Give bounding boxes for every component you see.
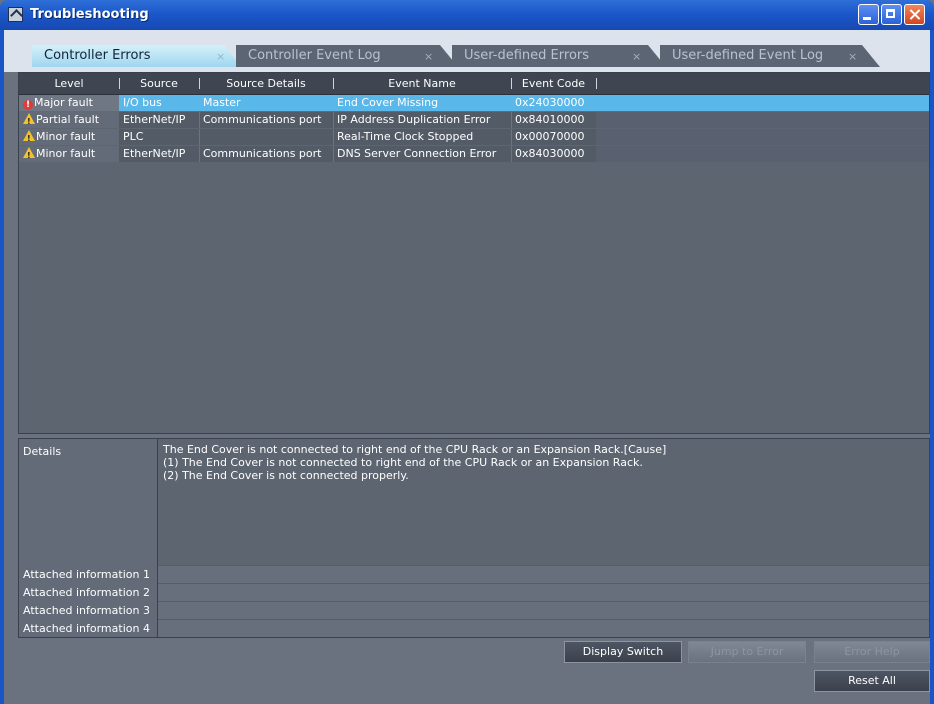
level-text: Major fault [34, 96, 93, 109]
level-cell: Minor fault [19, 129, 119, 145]
column-header-source[interactable]: Source [119, 77, 199, 90]
details-label: Details [23, 445, 62, 458]
tab-label: Controller Errors [44, 48, 151, 63]
reset-all-button[interactable]: Reset All [814, 670, 930, 692]
tab-controller-errors[interactable]: Controller Errors × [32, 45, 242, 67]
event-code-cell: 0x84030000 [515, 147, 585, 160]
tab-controller-event-log[interactable]: Controller Event Log × [236, 45, 458, 67]
column-header-event-name[interactable]: Event Name [333, 77, 511, 90]
controller-errors-table: Level Source Source Details Event Name E… [18, 72, 930, 434]
source-cell: EtherNet/IP [123, 147, 186, 160]
level-text: Partial fault [36, 113, 100, 126]
tab-label: User-defined Errors [464, 48, 590, 63]
title-bar[interactable]: Troubleshooting [0, 0, 934, 30]
event-name-cell: Real-Time Clock Stopped [337, 130, 474, 143]
attached-information-value [158, 583, 929, 601]
level-cell: Minor fault [19, 146, 119, 162]
tab-close-icon[interactable]: × [632, 50, 641, 63]
tab-close-icon[interactable]: × [216, 50, 225, 63]
source-cell: I/O bus [123, 96, 162, 109]
column-header-source-details[interactable]: Source Details [199, 77, 333, 90]
attached-information-row: Attached information 1 [19, 565, 929, 583]
attached-information-row: Attached information 4 [19, 619, 929, 637]
window-title: Troubleshooting [30, 7, 149, 22]
source-details-cell: Communications port [203, 113, 322, 126]
level-text: Minor fault [36, 130, 96, 143]
column-header-level[interactable]: Level [19, 77, 119, 90]
tab-close-icon[interactable]: × [424, 50, 433, 63]
attached-information-value [158, 619, 929, 637]
display-switch-button[interactable]: Display Switch [564, 641, 682, 663]
table-row[interactable]: ! Major fault I/O bus Master End Cover Mi… [19, 95, 929, 112]
attached-information-row: Attached information 2 [19, 583, 929, 601]
close-button[interactable] [904, 4, 925, 25]
troubleshooting-window: Troubleshooting Controller Errors × Cont… [0, 0, 934, 704]
tab-label: Controller Event Log [248, 48, 381, 63]
attached-information-label: Attached information 1 [23, 568, 150, 581]
column-header-event-code[interactable]: Event Code [511, 77, 596, 90]
details-line: The End Cover is not connected to right … [163, 443, 667, 456]
error-help-button[interactable]: Error Help [814, 641, 930, 663]
source-details-cell: Communications port [203, 147, 322, 160]
source-cell: PLC [123, 130, 144, 143]
window-border-left [0, 30, 4, 704]
warning-icon [23, 130, 35, 145]
event-name-cell: DNS Server Connection Error [337, 147, 497, 160]
minimize-button[interactable] [858, 4, 879, 25]
tab-close-icon[interactable]: × [848, 50, 857, 63]
attached-information-label: Attached information 2 [23, 586, 150, 599]
table-row[interactable]: Minor fault PLC Real-Time Clock Stopped … [19, 129, 929, 145]
source-cell: EtherNet/IP [123, 113, 186, 126]
level-text: Minor fault [36, 147, 96, 160]
tab-label: User-defined Event Log [672, 48, 824, 63]
details-text[interactable]: The End Cover is not connected to right … [163, 443, 666, 482]
attached-information-row: Attached information 3 [19, 601, 929, 619]
table-row[interactable]: Partial fault EtherNet/IP Communications… [19, 112, 929, 128]
event-code-cell: 0x24030000 [515, 96, 585, 109]
event-name-cell: End Cover Missing [337, 96, 439, 109]
jump-to-error-button[interactable]: Jump to Error [688, 641, 806, 663]
maximize-button[interactable] [881, 4, 902, 25]
window-border-right [930, 30, 934, 704]
attached-information-label: Attached information 4 [23, 622, 150, 635]
app-icon [8, 7, 23, 22]
source-details-cell: Master [203, 96, 241, 109]
tab-user-defined-errors[interactable]: User-defined Errors × [452, 45, 666, 67]
warning-icon [23, 147, 35, 162]
tab-bar: Controller Errors × Controller Event Log… [4, 30, 930, 72]
table-header: Level Source Source Details Event Name E… [19, 73, 929, 95]
details-line: (2) The End Cover is not connected prope… [163, 469, 409, 482]
event-name-cell: IP Address Duplication Error [337, 113, 491, 126]
attached-information-value [158, 601, 929, 619]
level-cell: Partial fault [19, 112, 119, 128]
attached-information-label: Attached information 3 [23, 604, 150, 617]
table-row[interactable]: Minor fault EtherNet/IP Communications p… [19, 146, 929, 162]
warning-icon [23, 113, 35, 128]
event-code-cell: 0x84010000 [515, 113, 585, 126]
details-line: (1) The End Cover is not connected to ri… [163, 456, 643, 469]
details-panel: Details The End Cover is not connected t… [18, 438, 930, 638]
level-cell: ! Major fault [19, 95, 119, 111]
tab-user-defined-event-log[interactable]: User-defined Event Log × [660, 45, 880, 67]
error-icon: ! [23, 100, 33, 110]
event-code-cell: 0x00070000 [515, 130, 585, 143]
source-details-cell [199, 129, 333, 145]
attached-information-value [158, 565, 929, 583]
